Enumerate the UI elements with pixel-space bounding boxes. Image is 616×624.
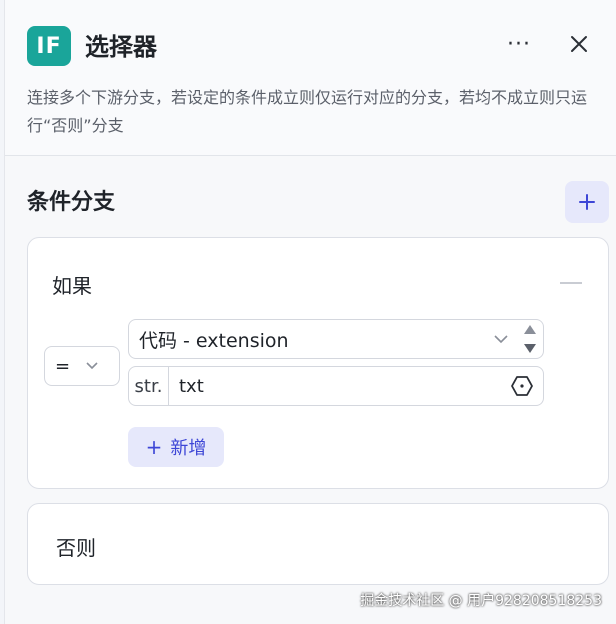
add-branch-button[interactable] [565, 181, 609, 223]
if-node-icon: IF [27, 26, 71, 66]
else-branch-label: 否则 [56, 536, 96, 560]
close-icon [571, 36, 587, 52]
chevron-down-icon [86, 362, 98, 370]
node-description: 连接多个下游分支，若设定的条件成立则仅运行对应的分支，若均不成立则只运行“否则”… [27, 88, 588, 135]
plus-icon [579, 194, 595, 210]
chevron-down-icon [494, 335, 508, 344]
collapse-branch-button[interactable] [560, 282, 582, 284]
plus-icon: + [145, 435, 163, 459]
operator-value: = [55, 355, 71, 377]
variable-select[interactable]: 代码 - extension [128, 319, 544, 359]
section-title: 条件分支 [27, 190, 116, 215]
value-text: txt [179, 375, 204, 397]
add-condition-label: 新增 [170, 438, 207, 459]
close-button[interactable] [563, 28, 595, 60]
watermark: 掘金技术社区 @ 用户928208518253 [360, 593, 602, 609]
if-branch-label: 如果 [52, 274, 92, 298]
panel-title: 选择器 [85, 33, 157, 61]
more-options-button[interactable]: ··· [501, 28, 537, 60]
if-branch-card: 如果 = 代码 - extension str. txt + 新增 [27, 237, 609, 489]
add-condition-button[interactable]: + 新增 [128, 427, 224, 467]
sort-stepper-icon[interactable] [521, 321, 539, 357]
selector-node-panel: IF 选择器 ··· 连接多个下游分支，若设定的条件成立则仅运行对应的分支，若均… [4, 0, 616, 624]
panel-header: IF 选择器 ··· 连接多个下游分支，若设定的条件成立则仅运行对应的分支，若均… [5, 0, 616, 156]
variable-hex-icon[interactable] [511, 375, 533, 397]
variable-value: 代码 - extension [139, 329, 289, 352]
else-branch-card: 否则 [27, 503, 609, 585]
value-type-tag[interactable]: str. [129, 367, 169, 405]
value-input[interactable]: str. txt [128, 366, 544, 406]
operator-select[interactable]: = [44, 346, 120, 386]
